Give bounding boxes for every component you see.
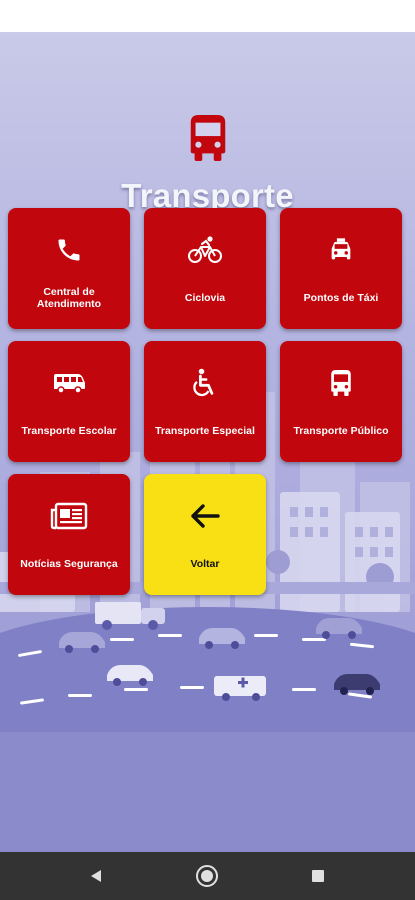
lane-mark (68, 694, 92, 697)
home-icon[interactable] (195, 864, 219, 888)
back-icon[interactable] (84, 864, 108, 888)
tile-label: Ciclovia (184, 292, 226, 304)
car-illustration (107, 665, 153, 686)
lane-mark (254, 634, 278, 637)
tile-pontos-de-taxi[interactable]: Pontos de Táxi (280, 208, 402, 329)
tile-ciclovia[interactable]: Ciclovia (144, 208, 266, 329)
car-illustration (316, 618, 362, 639)
lane-mark (180, 686, 204, 689)
tile-label: Notícias Segurança (20, 558, 118, 570)
tile-label: Transporte Especial (155, 425, 255, 437)
arrow-left-icon (191, 504, 220, 528)
status-bar (0, 0, 415, 32)
navigation-bar (0, 852, 415, 900)
car-illustration (199, 628, 245, 649)
phone-icon (58, 239, 80, 261)
car-illustration (334, 674, 380, 695)
tile-label: Pontos de Táxi (303, 292, 379, 304)
tile-transporte-especial[interactable]: Transporte Especial (144, 341, 266, 462)
car-illustration (59, 632, 105, 653)
tile-central-de-atendimento[interactable]: Central de Atendimento (8, 208, 130, 329)
tile-transporte-escolar[interactable]: Transporte Escolar (8, 341, 130, 462)
tile-label: Voltar (190, 558, 220, 570)
lane-mark (124, 688, 148, 691)
van-icon (54, 374, 85, 394)
bus-icon (331, 370, 351, 396)
ambulance-illustration (214, 676, 266, 701)
voltar-button[interactable]: Voltar (144, 474, 266, 595)
tile-label: Transporte Público (293, 425, 389, 437)
road-lower (0, 732, 415, 852)
wheelchair-icon (193, 368, 214, 397)
tile-label: Transporte Escolar (21, 425, 117, 437)
lane-mark (110, 638, 134, 641)
bicycle-icon (188, 236, 222, 263)
tile-label: Central de Atendimento (36, 286, 102, 310)
bus-icon (190, 115, 226, 161)
tile-noticias-seguranca[interactable]: Notícias Segurança (8, 474, 130, 595)
newspaper-icon (50, 502, 88, 530)
lane-mark (158, 634, 182, 637)
recents-icon[interactable] (306, 864, 330, 888)
taxi-icon (331, 238, 351, 260)
lane-mark (292, 688, 316, 691)
tile-transporte-publico[interactable]: Transporte Público (280, 341, 402, 462)
